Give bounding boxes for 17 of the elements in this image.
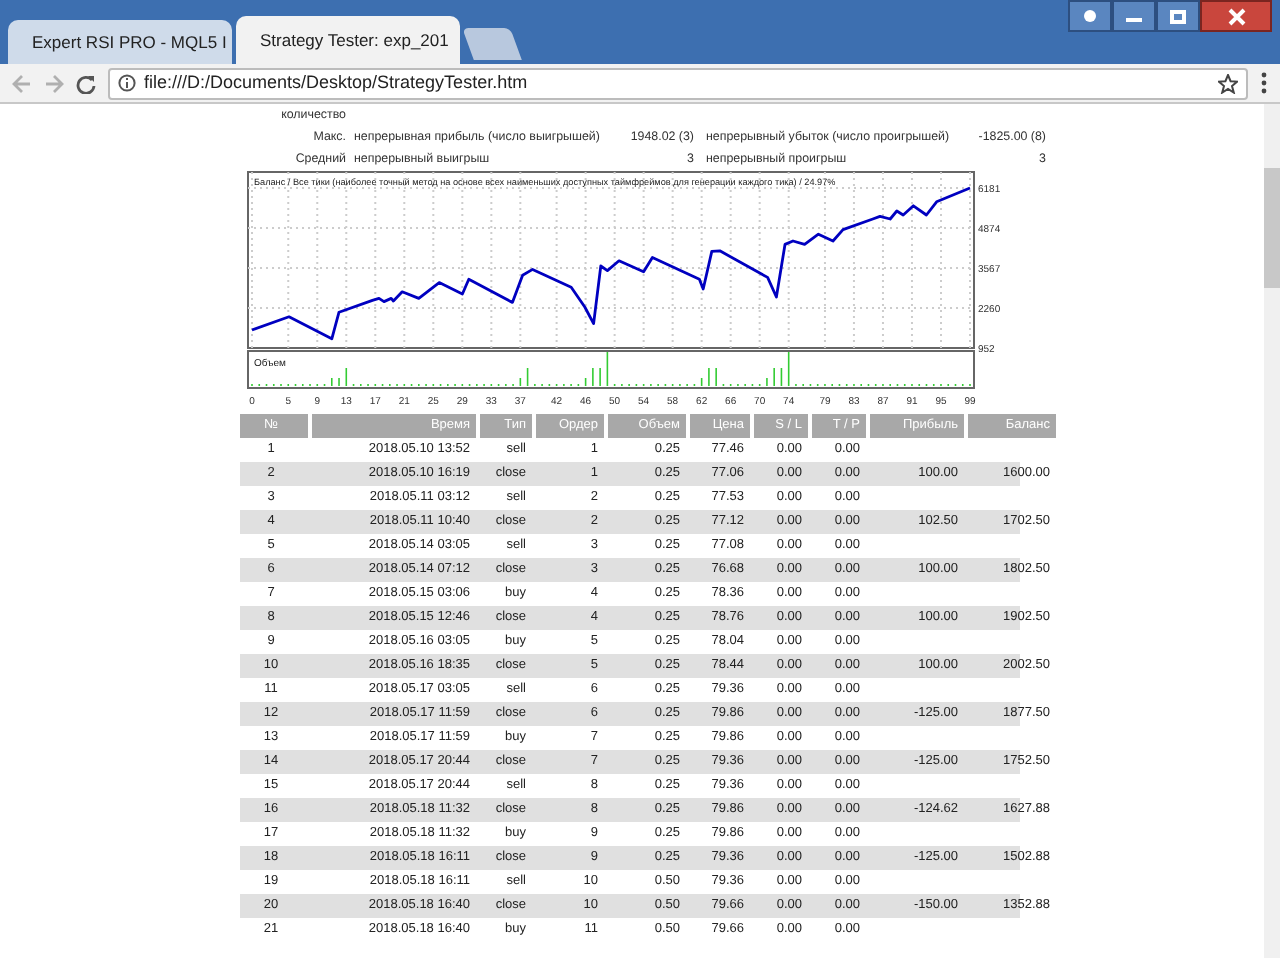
- star-icon[interactable]: [1218, 73, 1238, 93]
- browser-tab[interactable]: Expert RSI PRO - MQL5 I: [8, 20, 232, 64]
- menu-icon[interactable]: [1260, 72, 1268, 94]
- scrollbar-thumb[interactable]: [1264, 168, 1280, 288]
- user-icon[interactable]: [1068, 0, 1112, 32]
- reload-icon[interactable]: [76, 73, 96, 93]
- browser-tab[interactable]: Strategy Tester: exp_201: [236, 16, 460, 64]
- info-icon[interactable]: [118, 74, 136, 92]
- tab-title: Expert RSI PRO - MQL5 I: [32, 29, 227, 55]
- tab-title: Strategy Tester: exp_201: [260, 27, 449, 53]
- maximize-icon[interactable]: [1156, 0, 1200, 32]
- close-icon[interactable]: [1200, 0, 1272, 32]
- minimize-icon[interactable]: [1112, 0, 1156, 32]
- scrollbar[interactable]: [1264, 104, 1280, 958]
- url-text: file:///D:/Documents/Desktop/StrategyTester.htm: [144, 69, 530, 96]
- address-field[interactable]: file:///D:/Documents/Desktop/StrategyTester.htm: [108, 67, 1248, 99]
- new-tab-button[interactable]: [462, 28, 522, 60]
